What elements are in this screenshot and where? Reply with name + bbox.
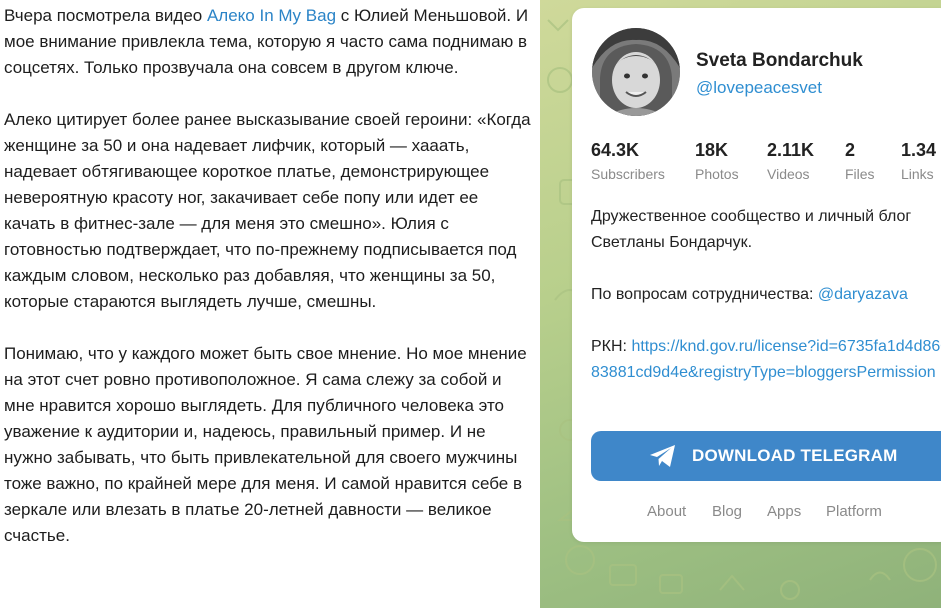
contact-link[interactable]: @daryazava (818, 286, 908, 303)
stat-value: 2 (845, 140, 856, 160)
footer-link-blog[interactable]: Blog (712, 503, 742, 520)
contact-line: По вопросам сотрудничества: @daryazava (591, 282, 941, 308)
post-text-segment: Вчера посмотрела видео (4, 6, 207, 25)
channel-name: Sveta Bondarchuk (696, 50, 863, 71)
stat-files[interactable]: 2 Files (845, 139, 875, 185)
stat-links[interactable]: 1.34 Links (901, 139, 936, 185)
footer-link-apps[interactable]: Apps (767, 503, 801, 520)
rkn-line: РКН: https://knd.gov.ru/license?id=6735f… (591, 334, 941, 386)
stat-subscribers: 64.3K Subscribers (591, 139, 665, 185)
stat-value: 64.3K (591, 140, 640, 160)
stat-label: Links (901, 166, 934, 182)
post-text: Вчера посмотрела видео Алеко In My Bag с… (4, 3, 534, 575)
stat-label: Subscribers (591, 166, 665, 182)
channel-card: Sveta Bondarchuk @lovepeacesvet 64.3K Su… (572, 8, 941, 542)
footer-link-platform[interactable]: Platform (826, 503, 882, 520)
stat-value: 2.11K (767, 140, 815, 160)
stat-videos[interactable]: 2.11K Videos (767, 139, 814, 185)
stat-value: 18K (695, 140, 729, 160)
channel-handle[interactable]: @lovepeacesvet (696, 78, 822, 98)
download-button-label: DOWNLOAD TELEGRAM (692, 446, 898, 465)
telegram-plane-icon (650, 445, 675, 467)
download-telegram-button[interactable]: DOWNLOAD TELEGRAM (591, 431, 941, 481)
post-paragraph-1: Вчера посмотрела видео Алеко In My Bag с… (4, 3, 534, 81)
channel-avatar[interactable] (592, 28, 680, 116)
post-link-aleko[interactable]: Алеко In My Bag (207, 6, 336, 25)
post-paragraph-3: Понимаю, что у каждого может быть свое м… (4, 344, 527, 545)
rkn-link[interactable]: https://knd.gov.ru/license?id=6735fa1d4d… (591, 338, 941, 381)
post-content: Вчера посмотрела видео Алеко In My Bag с… (0, 0, 540, 608)
rkn-prefix: РКН: (591, 338, 632, 355)
contact-prefix: По вопросам сотрудничества: (591, 286, 818, 303)
avatar-photo (592, 28, 680, 116)
stat-label: Videos (767, 166, 810, 182)
footer-link-about[interactable]: About (647, 503, 686, 520)
description-text: Дружественное сообщество и личный блог С… (591, 208, 912, 251)
stat-label: Files (845, 166, 875, 182)
stat-label: Photos (695, 166, 739, 182)
post-paragraph-2: Алеко цитирует более ранее высказывание … (4, 110, 531, 311)
footer-links: About Blog Apps Platform (572, 503, 941, 523)
stat-photos[interactable]: 18K Photos (695, 139, 739, 185)
stat-value: 1.34 (901, 140, 937, 160)
channel-description: Дружественное сообщество и личный блог С… (591, 204, 941, 412)
